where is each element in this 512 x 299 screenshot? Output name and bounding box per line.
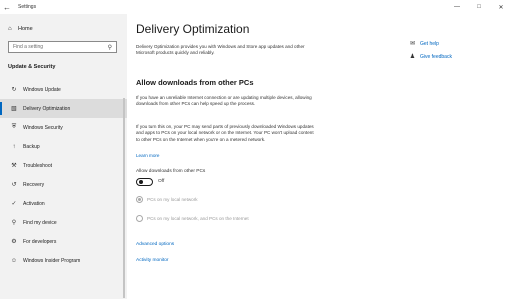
radio-local-and-internet: PCs on my local network, and PCs on the … (136, 215, 249, 222)
radio-button (136, 196, 143, 203)
shield-icon: ⛨ (11, 124, 17, 130)
page-description: Delivery Optimization provides you with … (136, 44, 305, 56)
advanced-options-link[interactable]: Advanced options (136, 242, 174, 247)
sidebar: ⌂ Home Find a setting ⚲ Update & Securit… (0, 14, 127, 299)
backup-icon: ↑ (12, 143, 16, 150)
sidebar-nav: ↻ Windows Update ▧ Delivery Optimization… (0, 80, 127, 270)
home-icon: ⌂ (8, 26, 12, 32)
info-paragraph-2: If you turn this on, your PC may send pa… (136, 124, 314, 142)
sidebar-item-troubleshoot[interactable]: ⚒ Troubleshoot (0, 156, 127, 175)
radio-button (136, 215, 143, 222)
toggle-knob (139, 180, 143, 184)
home-label: Home (18, 26, 33, 32)
toggle-label: Allow downloads from other PCs (136, 169, 206, 174)
recovery-icon: ↺ (11, 182, 17, 188)
sidebar-item-label: Backup (23, 143, 40, 150)
sidebar-item-label: Windows Security (23, 124, 63, 131)
title-bar: ← Settings — □ ✕ (0, 0, 512, 14)
insider-icon: ☺ (10, 257, 18, 264)
radio-label: PCs on my local network, and PCs on the … (147, 216, 249, 221)
sidebar-item-label: Recovery (23, 181, 45, 188)
section-heading: Allow downloads from other PCs (136, 78, 254, 87)
radio-dot (138, 198, 141, 201)
sidebar-item-delivery-optimization[interactable]: ▧ Delivery Optimization (0, 99, 127, 118)
feedback-person-icon: ♟ (409, 54, 416, 60)
sidebar-scrollbar[interactable] (123, 98, 125, 298)
delivery-optimization-icon: ▧ (11, 106, 17, 112)
main-content: Delivery Optimization Delivery Optimizat… (127, 14, 512, 299)
developer-icon: ⚙ (11, 239, 17, 245)
close-icon[interactable]: ✕ (490, 0, 512, 14)
sidebar-item-for-developers[interactable]: ⚙ For developers (0, 232, 127, 251)
search-input[interactable]: Find a setting ⚲ (8, 41, 117, 53)
sidebar-item-find-my-device[interactable]: ⚲ Find my device (0, 213, 127, 232)
sidebar-item-label: Windows Update (23, 86, 61, 93)
give-feedback-label: Give feedback (420, 53, 452, 60)
sidebar-item-windows-insider-program[interactable]: ☺ Windows Insider Program (0, 251, 127, 270)
help-chat-icon: ✉ (409, 41, 416, 47)
sidebar-item-label: Delivery Optimization (23, 105, 71, 112)
sidebar-item-label: Find my device (23, 219, 57, 226)
search-icon: ⚲ (107, 44, 112, 51)
sidebar-item-label: Troubleshoot (23, 162, 52, 169)
activation-icon: ✓ (11, 201, 17, 207)
settings-window: ← Settings — □ ✕ ⌂ Home Find a setting ⚲… (0, 0, 512, 299)
get-help-label: Get help (420, 40, 439, 47)
sidebar-item-label: For developers (23, 238, 57, 245)
give-feedback-link[interactable]: ♟ Give feedback (408, 53, 452, 61)
radio-label: PCs on my local network (147, 197, 198, 202)
sidebar-item-recovery[interactable]: ↺ Recovery (0, 175, 127, 194)
page-title: Delivery Optimization (136, 22, 250, 36)
wrench-icon: ⚒ (11, 163, 17, 169)
learn-more-link[interactable]: Learn more (136, 153, 160, 158)
find-device-icon: ⚲ (11, 220, 17, 226)
sidebar-item-activation[interactable]: ✓ Activation (0, 194, 127, 213)
search-placeholder: Find a setting (13, 44, 44, 50)
sidebar-item-label: Activation (23, 200, 45, 207)
maximize-icon[interactable]: □ (468, 0, 490, 14)
sidebar-item-label: Windows Insider Program (23, 257, 81, 264)
back-arrow-icon[interactable]: ← (0, 0, 14, 14)
home-link[interactable]: ⌂ Home (8, 26, 33, 32)
sidebar-item-backup[interactable]: ↑ Backup (0, 137, 127, 156)
window-controls: — □ ✕ (446, 0, 512, 14)
radio-local-network: PCs on my local network (136, 196, 198, 203)
get-help-link[interactable]: ✉ Get help (408, 40, 439, 48)
sidebar-item-windows-update[interactable]: ↻ Windows Update (0, 80, 127, 99)
allow-downloads-toggle[interactable] (136, 178, 153, 186)
toggle-state-label: Off (158, 179, 165, 184)
sidebar-item-windows-security[interactable]: ⛨ Windows Security (0, 118, 127, 137)
sidebar-section-title: Update & Security (8, 64, 56, 70)
refresh-icon: ↻ (11, 87, 17, 93)
minimize-icon[interactable]: — (446, 0, 468, 14)
info-paragraph-1: If you have an unreliable Internet conne… (136, 95, 312, 107)
activity-monitor-link[interactable]: Activity monitor (136, 258, 169, 263)
window-title: Settings (18, 4, 37, 10)
